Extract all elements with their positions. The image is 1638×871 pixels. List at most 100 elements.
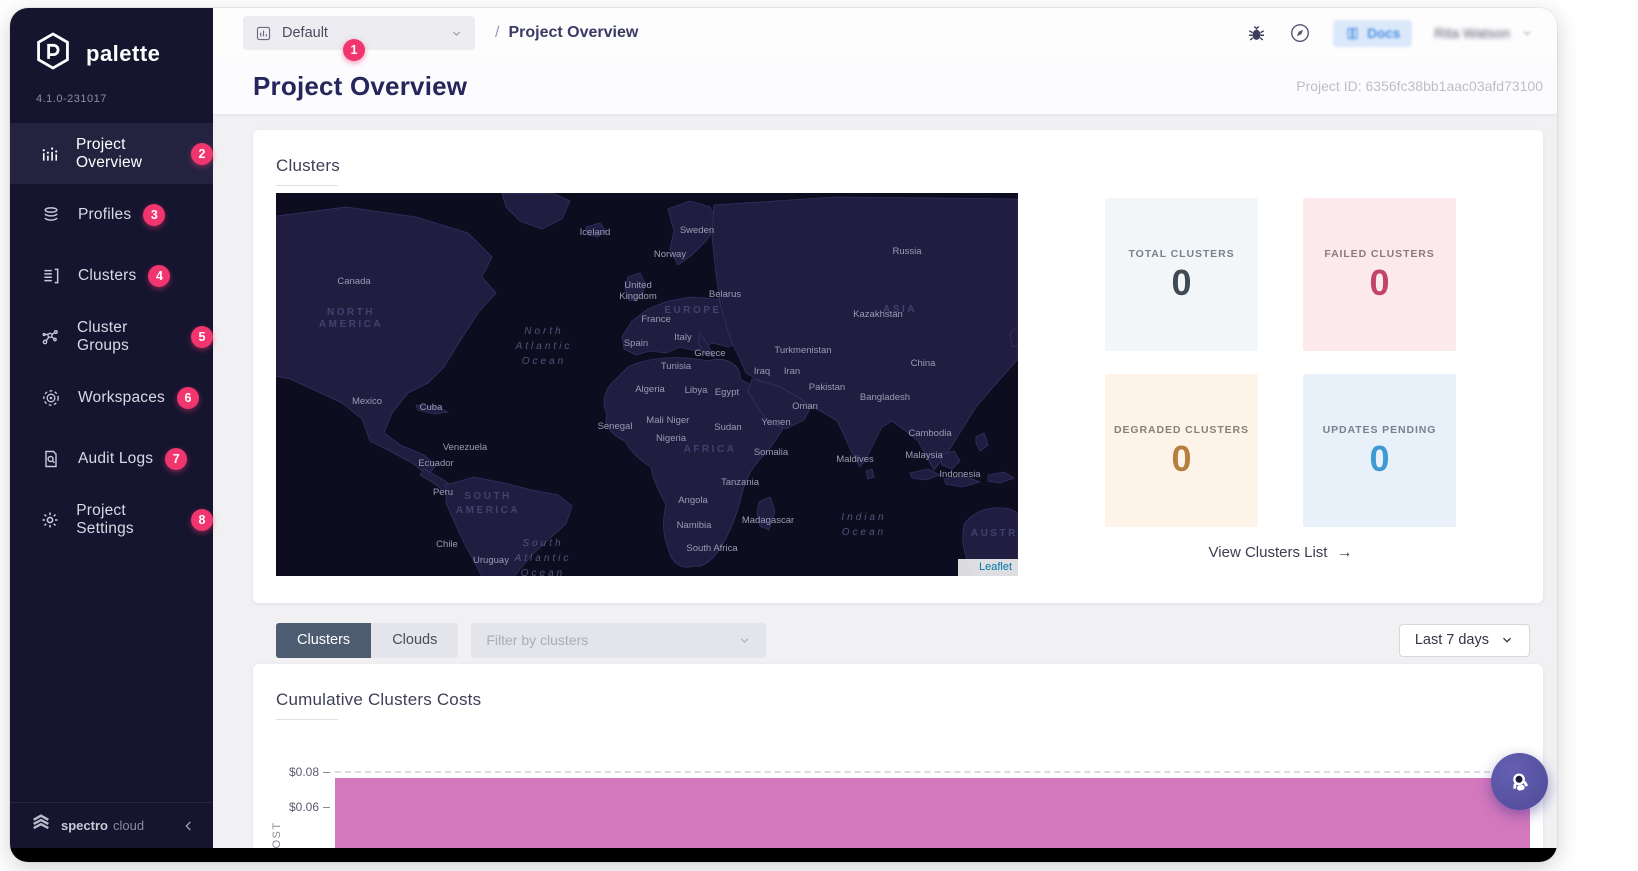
- map-label: Cuba: [420, 402, 443, 413]
- stat-label: DEGRADED CLUSTERS: [1114, 424, 1249, 436]
- map-label: Uruguay: [473, 555, 509, 566]
- page-content: Clusters NORTH AMERICA EUROPE ASIA AFRIC…: [213, 114, 1557, 848]
- topbar: Default 1 / Project Overview Docs Rita W…: [213, 8, 1557, 61]
- clusters-icon: [40, 265, 62, 287]
- user-menu[interactable]: Rita Watson: [1434, 25, 1533, 41]
- sidebar-item-label: Profiles: [78, 205, 132, 223]
- map-label: Nigeria: [656, 433, 687, 444]
- project-selector[interactable]: Default 1: [243, 16, 475, 61]
- map-label: Kingdom: [619, 291, 657, 302]
- sidebar-item-label: Project Settings: [76, 501, 134, 537]
- profiles-icon: [40, 204, 62, 226]
- map-label: Canada: [337, 276, 371, 287]
- map-label: Sudan: [714, 422, 741, 433]
- leaflet-attribution[interactable]: Leaflet: [957, 559, 1018, 576]
- sidebar-item-cluster-groups[interactable]: Cluster Groups 5: [10, 306, 213, 367]
- map-label: Yemen: [761, 417, 790, 428]
- cluster-stats-grid: TOTAL CLUSTERS 0 FAILED CLUSTERS 0 DEGRADED …: [1105, 198, 1456, 527]
- tab-clusters[interactable]: Clusters: [276, 622, 372, 658]
- map-label: Pakistan: [809, 382, 845, 393]
- astronaut-icon: [1503, 765, 1535, 797]
- map-label: Ocean: [522, 356, 566, 367]
- map-label: AUSTRALIA: [971, 528, 1018, 539]
- sidebar-item-label: Clusters: [78, 266, 137, 284]
- map-label: Ocean: [842, 527, 886, 538]
- tab-clouds[interactable]: Clouds: [371, 622, 459, 658]
- sidebar-item-workspaces[interactable]: Workspaces 6: [10, 367, 213, 428]
- workspaces-icon: [40, 387, 62, 409]
- map-label: Niger: [667, 415, 690, 426]
- topbar-actions: Docs Rita Watson: [1246, 19, 1533, 47]
- map-label: Libya: [685, 385, 708, 396]
- stat-value: 0: [1369, 262, 1390, 303]
- footer-brand-primary: spectro: [61, 818, 108, 833]
- app-version: 4.1.0-231017: [36, 93, 107, 105]
- map-label: AMERICA: [456, 505, 520, 516]
- sidebar: palette 4.1.0-231017 Project Overview 2 Pr…: [10, 8, 213, 848]
- main-area: Default 1 / Project Overview Docs Rita W…: [213, 8, 1557, 848]
- map-label: Italy: [674, 332, 692, 343]
- sidebar-item-project-overview[interactable]: Project Overview 2: [10, 123, 213, 184]
- annotation-badge-1: 1: [343, 39, 365, 61]
- docs-button[interactable]: Docs: [1333, 19, 1413, 47]
- sidebar-item-profiles[interactable]: Profiles 3: [10, 184, 213, 245]
- stat-value: 0: [1171, 262, 1192, 303]
- cost-y-axis-label: COST: [271, 821, 283, 848]
- map-label: Senegal: [598, 421, 633, 432]
- map-label: Belarus: [709, 289, 741, 300]
- cluster-groups-icon: [40, 326, 61, 348]
- map-label: Iraq: [754, 366, 770, 377]
- map-label: Egypt: [715, 387, 740, 398]
- cost-card-title: Cumulative Clusters Costs: [276, 690, 482, 709]
- map-label: Peru: [433, 487, 453, 498]
- page-title: Project Overview: [253, 70, 468, 101]
- map-label: Algeria: [635, 384, 665, 395]
- help-compass-icon[interactable]: [1289, 22, 1311, 44]
- stat-label: UPDATES PENDING: [1322, 424, 1437, 436]
- chevron-down-icon: [738, 634, 751, 647]
- dashed-gridline: [335, 771, 1530, 773]
- map-label: Madagascar: [742, 515, 794, 526]
- breadcrumb: / Project Overview: [495, 24, 638, 42]
- project-scope-icon: [255, 25, 272, 42]
- map-label: AFRICA: [684, 444, 737, 455]
- sidebar-item-project-settings[interactable]: Project Settings 8: [10, 489, 213, 550]
- map-label: Norway: [654, 249, 686, 260]
- map-label: AMERICA: [319, 319, 383, 330]
- breadcrumb-current: Project Overview: [508, 24, 639, 41]
- map-label: Oman: [792, 401, 818, 412]
- cost-area-series: [335, 778, 1530, 848]
- brand: palette: [10, 8, 213, 77]
- clusters-card: Clusters NORTH AMERICA EUROPE ASIA AFRIC…: [253, 130, 1543, 603]
- overview-icon: [40, 143, 60, 165]
- chevron-down-icon: [1521, 27, 1533, 39]
- bug-report-icon[interactable]: [1246, 23, 1267, 44]
- book-icon: [1345, 26, 1360, 41]
- sidebar-collapse-button[interactable]: [181, 818, 197, 834]
- view-clusters-list-link[interactable]: View Clusters List →: [1105, 544, 1456, 562]
- sidebar-item-clusters[interactable]: Clusters 4: [10, 245, 213, 306]
- filter-bar: Clusters Clouds Filter by clusters Last …: [253, 622, 1543, 658]
- sidebar-item-label: Audit Logs: [78, 449, 154, 467]
- user-name: Rita Watson: [1434, 25, 1510, 41]
- y-tick-008: $0.08: [288, 765, 319, 779]
- sidebar-item-audit-logs[interactable]: Audit Logs 7: [10, 428, 213, 489]
- clusters-world-map[interactable]: NORTH AMERICA EUROPE ASIA AFRICA SOUTH AMERICA…: [276, 193, 1018, 576]
- date-range-select[interactable]: Last 7 days: [1398, 623, 1530, 657]
- chat-assistant-button[interactable]: [1491, 753, 1548, 810]
- sidebar-item-label: Project Overview: [76, 135, 143, 171]
- sidebar-item-label: Workspaces: [78, 388, 165, 406]
- stat-value: 0: [1171, 438, 1192, 479]
- project-id: Project ID: 6356fc38bb1aac03afd73100: [1296, 78, 1543, 94]
- filter-by-clusters-select[interactable]: Filter by clusters: [471, 622, 767, 658]
- map-label: South: [522, 538, 563, 549]
- annotation-badge: 7: [165, 447, 188, 470]
- map-label: South Africa: [686, 543, 738, 554]
- map-label: Atlantic: [514, 553, 572, 564]
- annotation-badge: 6: [177, 386, 199, 409]
- map-label: Somalia: [754, 447, 789, 458]
- map-label: Kazakhstan: [853, 309, 903, 320]
- map-label: Sweden: [680, 225, 714, 236]
- map-label: Maldives: [836, 454, 874, 465]
- leaflet-label: Leaflet: [978, 561, 1012, 573]
